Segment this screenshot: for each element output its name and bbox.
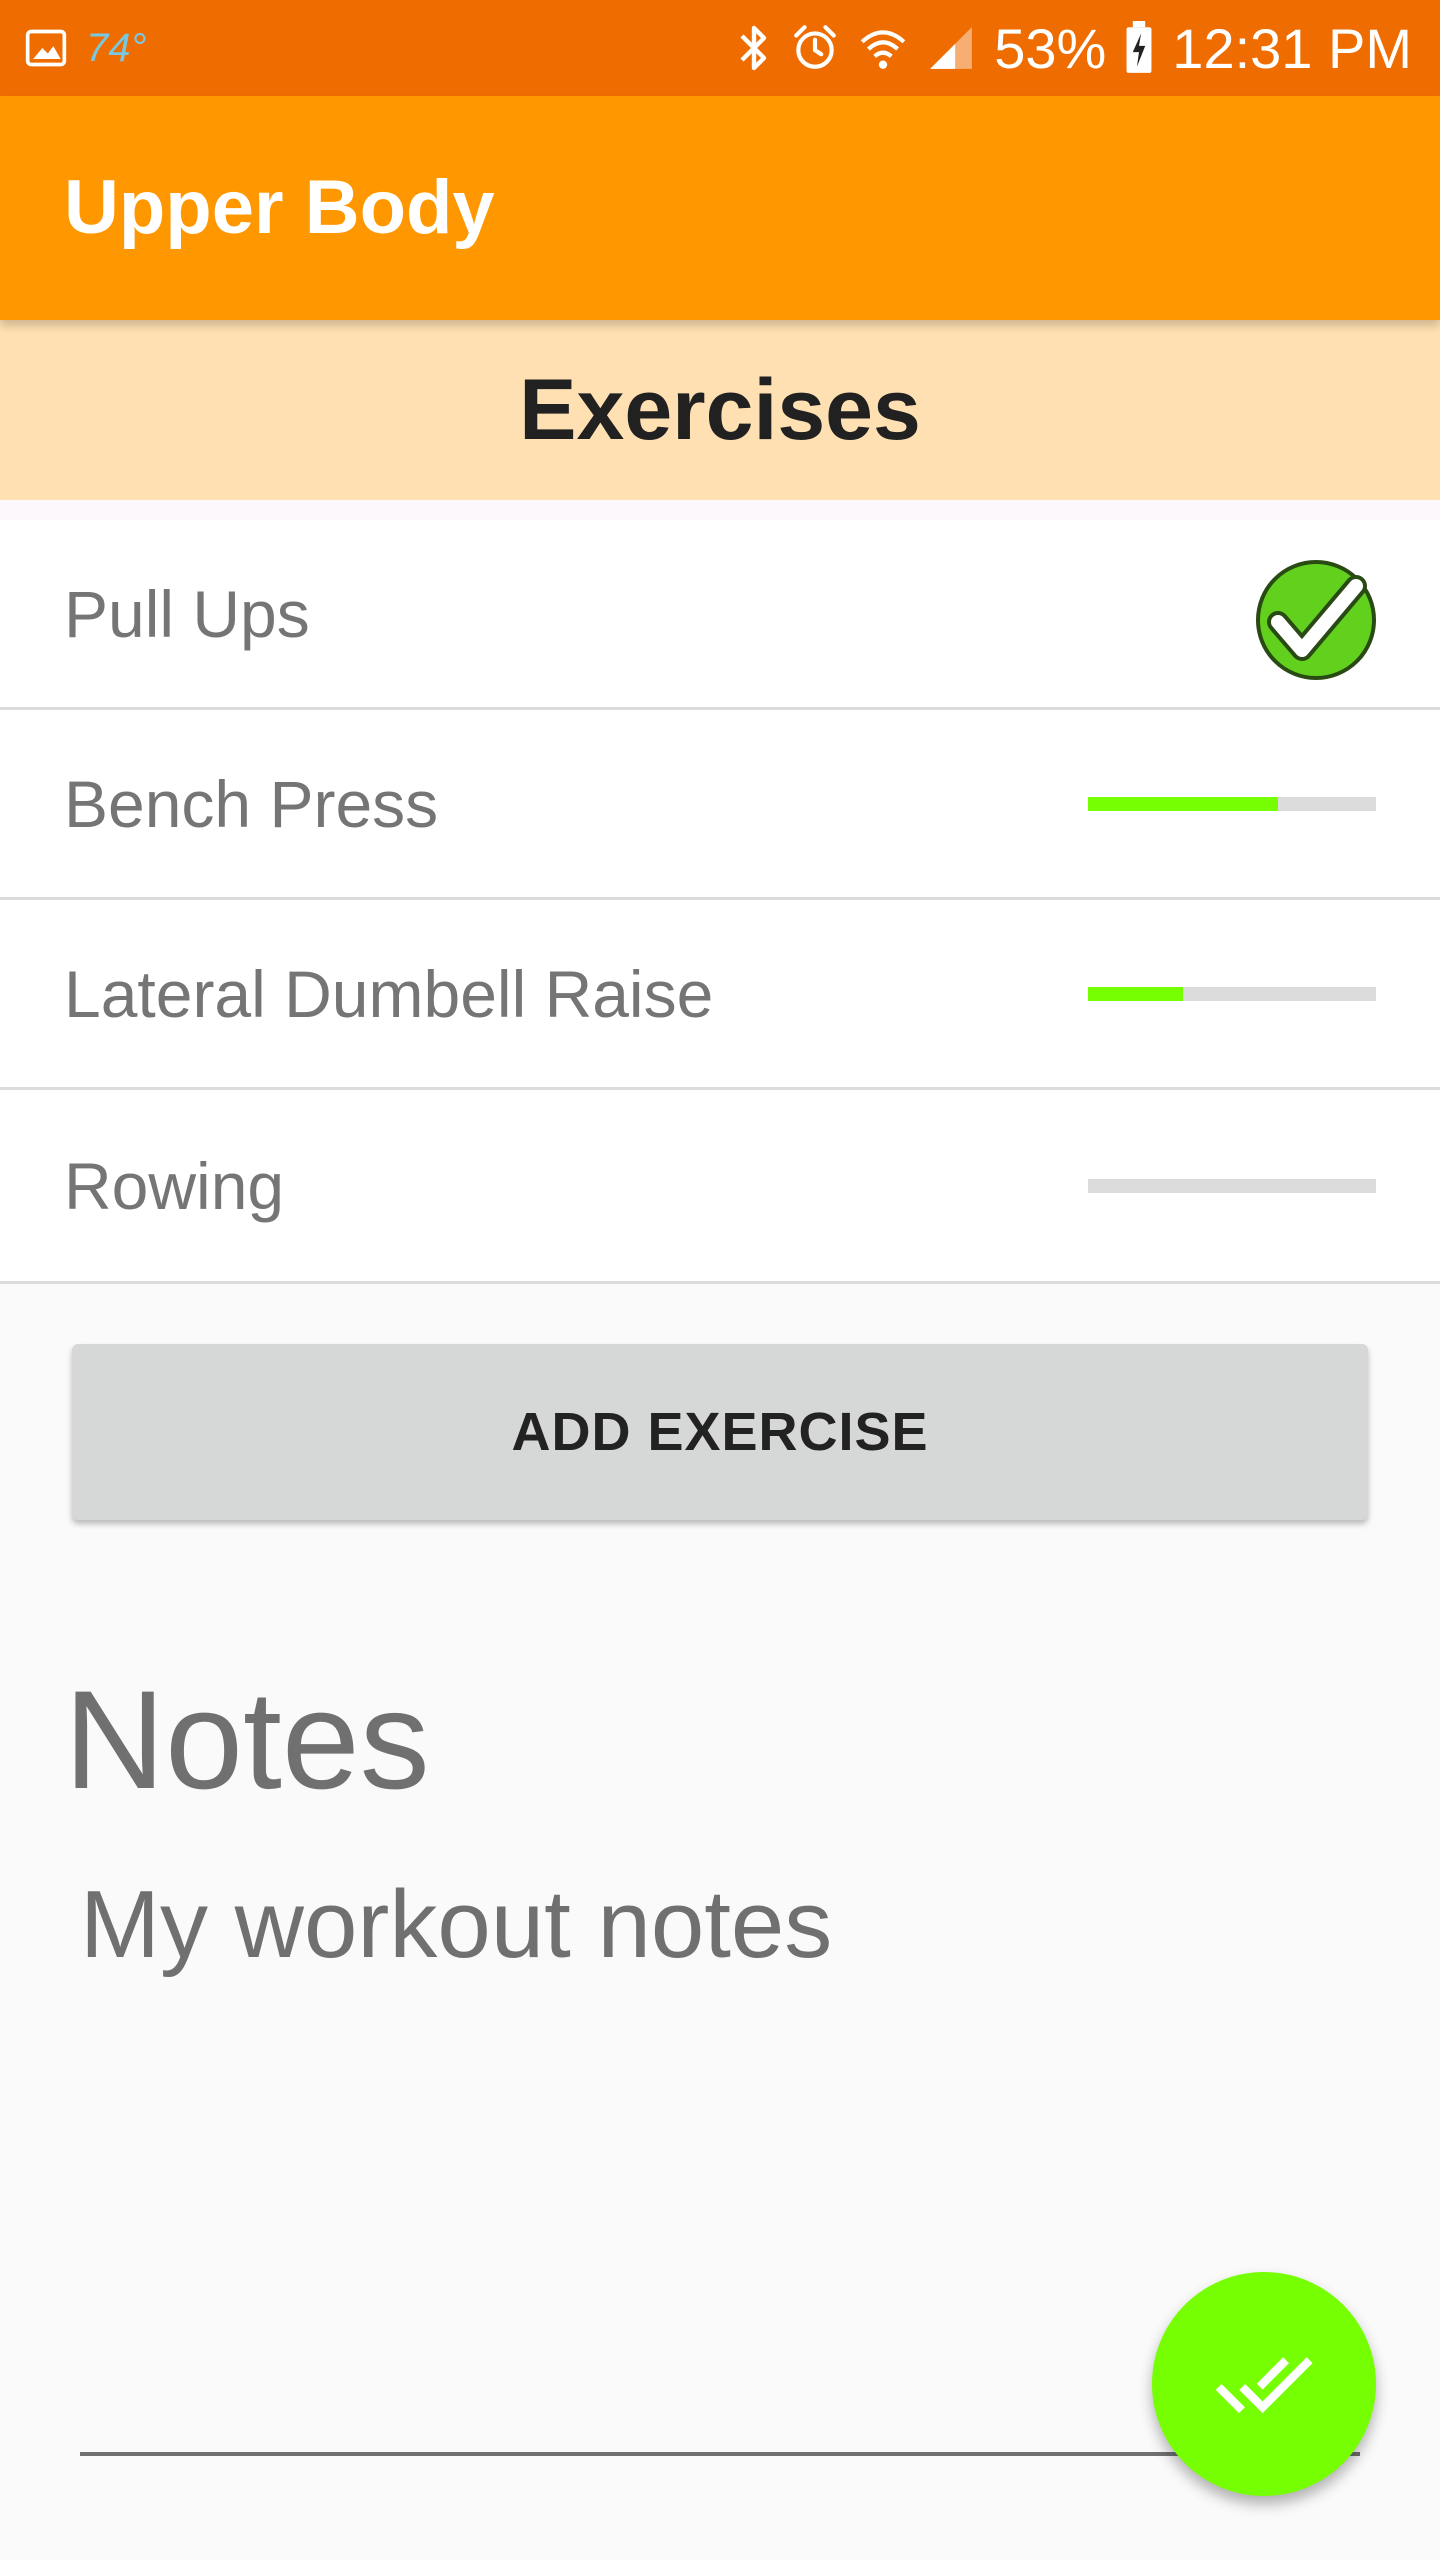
exercise-row-rowing[interactable]: Rowing — [0, 1090, 1440, 1284]
exercise-row-lateral-dumbell-raise[interactable]: Lateral Dumbell Raise — [0, 900, 1440, 1090]
check-circle-icon — [1256, 560, 1376, 680]
status-left: 74° — [24, 0, 147, 96]
exercise-name: Rowing — [64, 1148, 285, 1223]
signal-icon — [930, 27, 973, 69]
wifi-icon — [860, 30, 906, 69]
exercise-name: Lateral Dumbell Raise — [64, 956, 714, 1031]
done-all-button[interactable] — [1152, 2272, 1376, 2496]
battery-charging-icon — [1126, 21, 1152, 73]
exercise-name: Pull Ups — [64, 576, 310, 651]
exercises-header: Exercises — [0, 320, 1440, 500]
page-title: Upper Body — [64, 165, 495, 250]
temperature-text: 74° — [86, 25, 147, 70]
status-bar: 74° 53% 12:31 PM — [0, 0, 1440, 96]
alarm-icon — [794, 25, 837, 69]
bluetooth-icon — [740, 25, 767, 71]
exercise-list: Pull Ups Bench Press Lateral Dumbell Rai… — [0, 520, 1440, 1284]
clock-time: 12:31 PM — [1172, 16, 1412, 80]
done-all-icon — [1215, 2357, 1313, 2414]
status-right: 53% 12:31 PM — [736, 0, 1412, 96]
exercise-row-pull-ups[interactable]: Pull Ups — [0, 520, 1440, 710]
header-divider — [0, 500, 1440, 520]
exercise-name: Bench Press — [64, 766, 439, 841]
exercise-progress-fill — [1088, 796, 1279, 811]
exercise-progress-bar — [1088, 796, 1376, 811]
exercise-progress-bar — [1088, 986, 1376, 1001]
exercise-row-bench-press[interactable]: Bench Press — [0, 710, 1440, 900]
exercise-progress-fill — [1088, 986, 1184, 1001]
app-bar: Upper Body — [0, 96, 1440, 320]
notes-title: Notes — [64, 1661, 430, 1818]
add-exercise-button[interactable]: ADD EXERCISE — [72, 1344, 1368, 1520]
gallery-icon — [25, 29, 67, 67]
exercise-progress-bar — [1088, 1178, 1376, 1193]
battery-percent: 53% — [994, 16, 1107, 80]
